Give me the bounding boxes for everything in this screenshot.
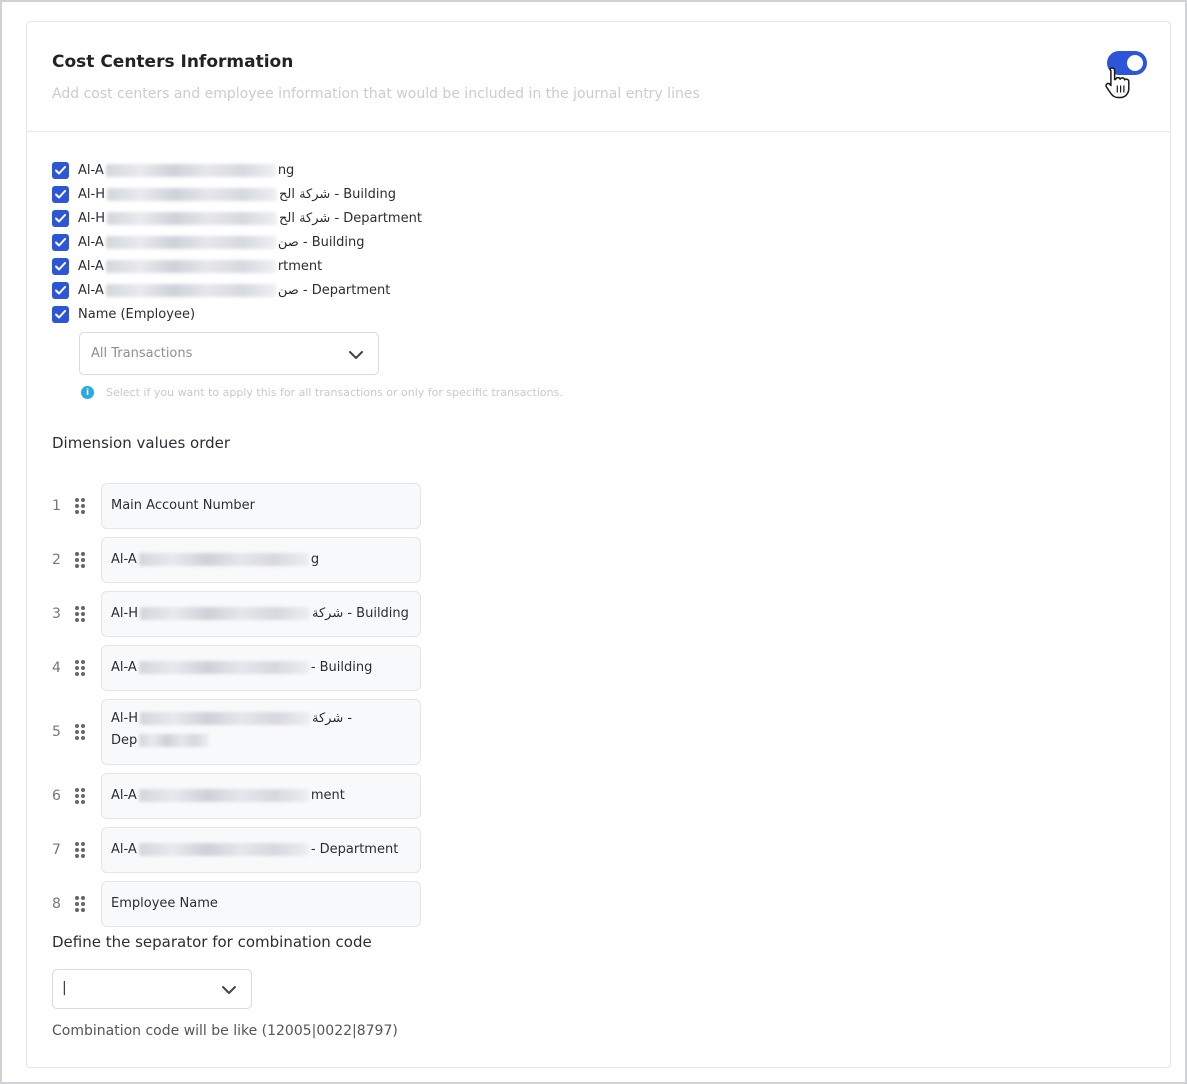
dimension-item[interactable]: Al-A ment — [101, 773, 421, 819]
dimension-item[interactable]: Al-A - Building — [101, 645, 421, 691]
blurred-text — [105, 283, 276, 297]
blurred-text — [139, 607, 310, 620]
combination-code-note: Combination code will be like (12005|002… — [52, 1023, 398, 1039]
card-subtitle: Add cost centers and employee informatio… — [52, 86, 700, 102]
order-row[interactable]: 3 Al-H شركة - Building — [52, 591, 421, 637]
blurred-text — [138, 661, 309, 674]
transactions-select-value: All Transactions — [91, 346, 193, 361]
drag-handle-icon[interactable] — [74, 787, 86, 805]
order-number: 6 — [52, 788, 61, 804]
checkbox[interactable] — [52, 257, 69, 275]
drag-handle-icon[interactable] — [74, 895, 86, 913]
separator-title: Define the separator for combination cod… — [52, 933, 372, 951]
drag-handle-icon[interactable] — [74, 723, 86, 741]
blurred-text — [105, 163, 276, 177]
blurred-text — [138, 843, 309, 856]
blurred-text — [138, 553, 309, 566]
card-header: Cost Centers Information Add cost center… — [27, 22, 1170, 132]
order-number: 7 — [52, 842, 61, 858]
blurred-text — [105, 259, 276, 273]
check-icon — [55, 237, 66, 246]
order-row[interactable]: 8 Employee Name — [52, 881, 421, 927]
blurred-text — [105, 235, 276, 249]
check-icon — [55, 213, 66, 222]
hint-text: Select if you want to apply this for all… — [106, 386, 563, 399]
checkbox-row[interactable]: Al-A صن - Building — [52, 230, 422, 254]
drag-handle-icon[interactable] — [74, 659, 86, 677]
checkbox-label: Al-A صن - Building — [78, 234, 365, 250]
order-number: 3 — [52, 606, 61, 622]
order-number: 1 — [52, 498, 61, 514]
blurred-text — [139, 734, 210, 747]
order-number: 2 — [52, 552, 61, 568]
dimension-order-list: 1 Main Account Number 2 Al-A g 3 Al-H شركة… — [52, 483, 421, 935]
hand-cursor-icon — [1105, 67, 1130, 99]
check-icon — [55, 309, 66, 318]
separator-select[interactable]: | — [52, 969, 252, 1009]
blurred-text — [138, 789, 309, 802]
blurred-text — [106, 187, 277, 201]
check-icon — [55, 285, 66, 294]
cost-center-checklist: Al-A ng Al-H شركة الح - Building Al-H شركة … — [52, 158, 422, 326]
card-title: Cost Centers Information — [52, 52, 294, 72]
chevron-down-icon — [222, 986, 236, 994]
dimension-item[interactable]: Al-H شركة - Dep — [101, 699, 421, 765]
drag-handle-icon[interactable] — [74, 841, 86, 859]
checkbox[interactable] — [52, 305, 69, 323]
check-icon — [55, 165, 66, 174]
cost-centers-card: Cost Centers Information Add cost center… — [26, 21, 1171, 1068]
transactions-select[interactable]: All Transactions — [79, 332, 379, 375]
order-number: 8 — [52, 896, 61, 912]
transactions-hint: i Select if you want to apply this for a… — [81, 386, 563, 399]
dimension-item[interactable]: Al-A g — [101, 537, 421, 583]
drag-handle-icon[interactable] — [74, 551, 86, 569]
checkbox-row[interactable]: Al-H شركة الح - Building — [52, 182, 422, 206]
order-row[interactable]: 6 Al-A ment — [52, 773, 421, 819]
blurred-text — [139, 712, 310, 725]
dimension-item[interactable]: Al-H شركة - Building — [101, 591, 421, 637]
dimension-item[interactable]: Employee Name — [101, 881, 421, 927]
info-icon: i — [81, 386, 94, 399]
drag-handle-icon[interactable] — [74, 497, 86, 515]
check-icon — [55, 189, 66, 198]
checkbox-row-employee[interactable]: Name (Employee) — [52, 302, 422, 326]
checkbox[interactable] — [52, 233, 69, 251]
checkbox-label: Al-H شركة الح - Building — [78, 186, 397, 202]
checkbox-row[interactable]: Al-A ng — [52, 158, 422, 182]
order-number: 5 — [52, 724, 61, 740]
dimension-item[interactable]: Al-A - Department — [101, 827, 421, 873]
checkbox-row[interactable]: Al-A صن - Department — [52, 278, 422, 302]
checkbox-label: Al-A rtment — [78, 258, 323, 274]
checkbox-row[interactable]: Al-A rtment — [52, 254, 422, 278]
checkbox[interactable] — [52, 161, 69, 179]
checkbox-label: Al-H شركة الح - Department — [78, 210, 422, 226]
checkbox-row[interactable]: Al-H شركة الح - Department — [52, 206, 422, 230]
check-icon — [55, 261, 66, 270]
checkbox-label: Al-A ng — [78, 162, 295, 178]
checkbox[interactable] — [52, 281, 69, 299]
checkbox-label: Al-A صن - Department — [78, 282, 391, 298]
drag-handle-icon[interactable] — [74, 605, 86, 623]
order-row[interactable]: 5 Al-H شركة - Dep — [52, 699, 421, 765]
window-frame: Cost Centers Information Add cost center… — [0, 0, 1187, 1084]
order-row[interactable]: 1 Main Account Number — [52, 483, 421, 529]
chevron-down-icon — [349, 351, 363, 359]
order-row[interactable]: 2 Al-A g — [52, 537, 421, 583]
checkbox[interactable] — [52, 185, 69, 203]
order-row[interactable]: 7 Al-A - Department — [52, 827, 421, 873]
checkbox-label: Name (Employee) — [78, 306, 196, 322]
order-number: 4 — [52, 660, 61, 676]
blurred-text — [106, 211, 277, 225]
separator-select-value: | — [62, 980, 67, 996]
order-row[interactable]: 4 Al-A - Building — [52, 645, 421, 691]
dimension-order-title: Dimension values order — [52, 434, 231, 452]
checkbox[interactable] — [52, 209, 69, 227]
dimension-item[interactable]: Main Account Number — [101, 483, 421, 529]
